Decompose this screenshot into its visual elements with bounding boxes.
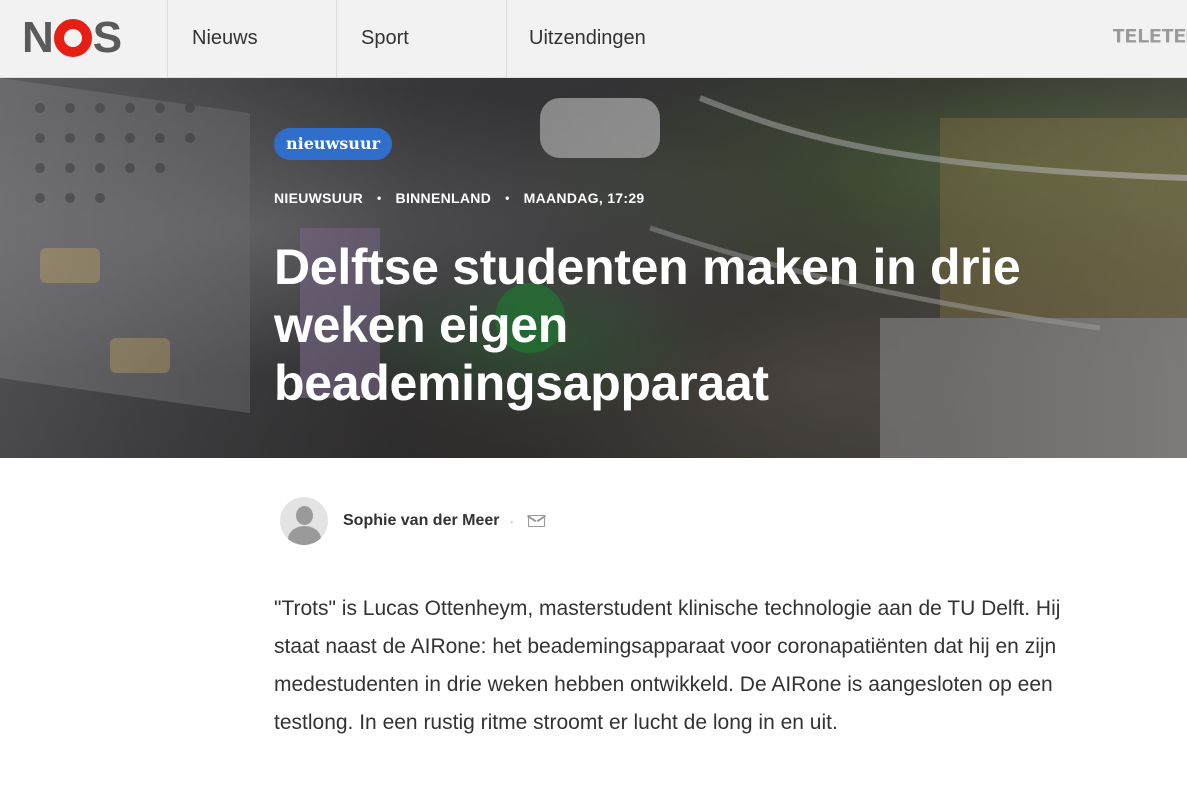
nav-item-uitzendingen[interactable]: Uitzendingen	[506, 0, 756, 77]
hero-image: nieuwsuur NIEUWSUUR • BINNENLAND • MAAND…	[0, 78, 1187, 458]
article-paragraph: "Trots" is Lucas Ottenheym, masterstuden…	[274, 597, 1061, 734]
nav-item-sport[interactable]: Sport	[336, 0, 506, 77]
author-separator: ·	[509, 513, 515, 529]
logo-letter-n: N	[22, 13, 54, 62]
author-byline: Sophie van der Meer ·	[280, 497, 546, 545]
author-avatar	[280, 497, 328, 545]
logo-red-o	[53, 19, 92, 57]
teletekst-link[interactable]: TELETEKST	[1112, 26, 1187, 52]
article-headline: Delftse studenten maken in drie weken ei…	[274, 239, 1021, 411]
top-navigation: N S Nieuws Sport Uitzendingen TELETEKST	[0, 0, 1187, 78]
avatar-head-shape	[296, 506, 313, 525]
nos-logo[interactable]: N S	[22, 13, 122, 62]
article-meta: NIEUWSUUR • BINNENLAND • MAANDAG, 17:29	[274, 190, 645, 206]
meta-category[interactable]: BINNENLAND	[396, 190, 492, 206]
meta-separator: •	[505, 191, 510, 205]
meta-separator: •	[377, 191, 382, 205]
meta-program[interactable]: NIEUWSUUR	[274, 190, 363, 206]
meta-datetime: MAANDAG, 17:29	[523, 190, 645, 206]
nav-item-nieuws[interactable]: Nieuws	[167, 0, 336, 77]
avatar-body-shape	[288, 526, 321, 545]
logo-letter-s: S	[92, 13, 122, 62]
program-badge-nieuwsuur[interactable]: nieuwsuur	[274, 128, 392, 160]
author-name[interactable]: Sophie van der Meer	[343, 512, 500, 530]
mail-icon[interactable]	[528, 515, 546, 527]
